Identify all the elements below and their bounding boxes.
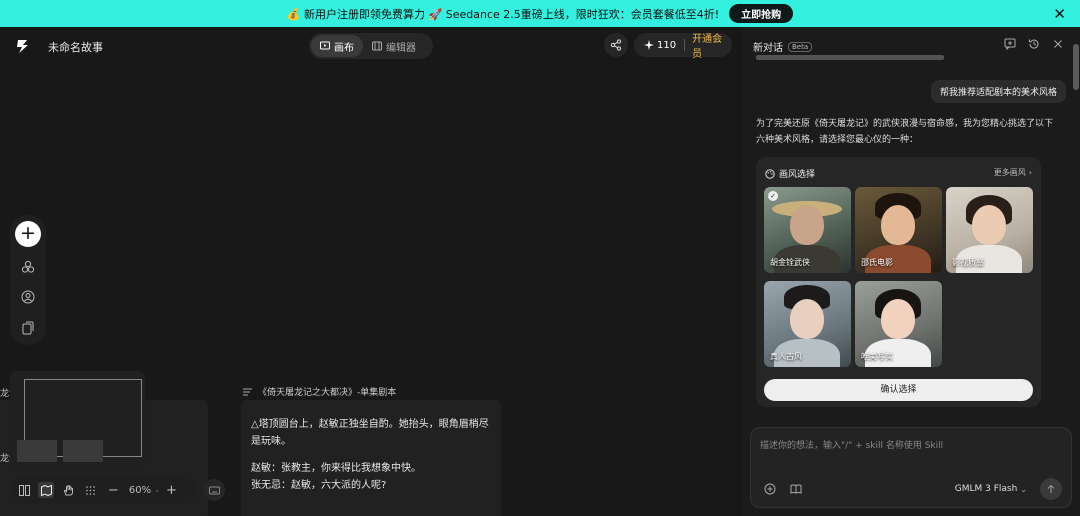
- sparkle-icon: [644, 40, 654, 50]
- selected-check-icon: ✓: [768, 191, 778, 201]
- tab-editor[interactable]: 编辑器: [363, 35, 425, 57]
- send-button[interactable]: [1040, 478, 1062, 500]
- style-label: 影视质感: [952, 258, 984, 267]
- text-lines-icon: [243, 388, 252, 395]
- hand-icon[interactable]: [60, 482, 76, 498]
- chat-panel: 新对话 Beta 帮我推荐适配剧本的美术风格 为了完美还原《倚天屠龙记》的武侠浪…: [742, 27, 1080, 516]
- script-line: △塔顶圆台上，赵敏正独坐自酌。她抬头，眼角眉梢尽是玩味。: [251, 419, 489, 447]
- beta-badge: Beta: [788, 41, 813, 52]
- script-card-header: 《倚天屠龙记之大都决》-单集剧本: [243, 385, 396, 398]
- book-icon[interactable]: [790, 483, 802, 495]
- promo-banner: 💰 新用户注册即领免费算力 🚀 Seedance 2.5重磅上线，限时狂欢：会员…: [0, 0, 1080, 27]
- chevron-down-icon: ⌄: [1020, 484, 1027, 494]
- keyboard-button[interactable]: [203, 479, 225, 501]
- view-tabs: 画布 编辑器: [309, 33, 433, 59]
- keyboard-icon: [208, 486, 220, 494]
- model-selector[interactable]: GMLM 3 Flash ⌄: [955, 484, 1027, 494]
- style-label: 邵氏电影: [861, 258, 893, 267]
- script-line: 赵敏：张教主，你来得比我想象中快。: [251, 463, 421, 474]
- more-styles-label: 更多画风: [993, 168, 1026, 177]
- tab-canvas-label: 画布: [334, 42, 354, 54]
- close-panel-icon[interactable]: [1052, 38, 1064, 50]
- style-label: 唯美写实: [861, 352, 893, 361]
- palette-icon: [765, 168, 775, 179]
- promo-text: 💰 新用户注册即领免费算力 🚀 Seedance 2.5重磅上线，限时狂欢：会员…: [286, 7, 720, 21]
- canvas-icon: [320, 41, 330, 50]
- zoom-value: 60%: [128, 484, 152, 496]
- close-icon[interactable]: ✕: [1053, 5, 1066, 23]
- layout-icon[interactable]: [16, 482, 32, 498]
- chat-scrollbar[interactable]: [1073, 44, 1079, 90]
- zoom-out-button[interactable]: −: [108, 483, 119, 498]
- canvas-controls: − 60% ⌄ +: [10, 477, 196, 503]
- chevron-right-icon: ›: [1028, 168, 1032, 177]
- chat-composer[interactable]: 描述你的想法，输入"/" + skill 名称使用 Skill GMLM 3 F…: [750, 427, 1072, 508]
- add-node-button[interactable]: +: [15, 221, 41, 247]
- style-option[interactable]: 邵氏电影: [855, 187, 942, 273]
- style-picker-title: 画风选择: [779, 170, 816, 180]
- style-option[interactable]: 影视质感: [946, 187, 1033, 273]
- style-label: 真人古风: [770, 352, 802, 361]
- map-icon[interactable]: [38, 482, 54, 498]
- logo-icon: [17, 40, 28, 53]
- style-label: 胡金铨武侠: [770, 258, 810, 267]
- project-title[interactable]: 未命名故事: [48, 39, 103, 55]
- zoom-select[interactable]: 60% ⌄: [129, 485, 160, 496]
- chat-header: 新对话 Beta: [753, 39, 813, 54]
- zoom-in-button[interactable]: +: [166, 483, 177, 498]
- chat-title: 新对话: [753, 43, 783, 54]
- user-message: 帮我推荐适配剧本的美术风格: [930, 80, 1066, 103]
- grid-icon[interactable]: [82, 482, 98, 498]
- vip-button[interactable]: 开通会员: [685, 30, 732, 60]
- assistant-message: 为了完美还原《倚天屠龙记》的武侠浪漫与宿命感，我为您精心挑选了以下六种美术风格，…: [756, 119, 1054, 145]
- film-icon: [372, 41, 382, 51]
- minimap-node: [17, 440, 57, 462]
- tab-canvas[interactable]: 画布: [311, 35, 363, 57]
- style-option[interactable]: ✓ 胡金铨武侠: [764, 187, 851, 273]
- style-option[interactable]: 唯美写实: [855, 281, 942, 367]
- credits-value: 110: [657, 39, 677, 51]
- chat-actions: [1004, 38, 1064, 50]
- new-chat-icon[interactable]: [1004, 38, 1016, 50]
- script-line: 张无忌：赵敏，六大派的人呢?: [251, 480, 387, 491]
- credits-amount: 110: [634, 40, 684, 51]
- promo-cta-button[interactable]: 立即抢购: [729, 4, 794, 23]
- tab-editor-label: 编辑器: [386, 42, 416, 54]
- minimap-node: [63, 440, 103, 462]
- model-name: GMLM 3 Flash: [954, 484, 1018, 494]
- script-card[interactable]: △塔顶圆台上，赵敏正独坐自酌。她抬头，眼角眉梢尽是玩味。 赵敏：张教主，你来得比…: [241, 400, 501, 516]
- character-icon[interactable]: [20, 289, 36, 305]
- add-attachment-icon[interactable]: [764, 483, 776, 495]
- chevron-down-icon: ⌄: [154, 486, 161, 494]
- chat-input[interactable]: 描述你的想法，输入"/" + skill 名称使用 Skill: [760, 438, 943, 451]
- history-icon[interactable]: [1028, 38, 1040, 50]
- copy-icon[interactable]: [20, 320, 36, 336]
- share-button[interactable]: [604, 33, 628, 57]
- left-toolbar: +: [10, 215, 46, 345]
- clipped-message: [756, 55, 944, 60]
- share-icon: [610, 39, 622, 51]
- style-picker-header: 画风选择: [765, 167, 815, 180]
- more-styles-link[interactable]: 更多画风 ›: [994, 167, 1032, 178]
- arrow-up-icon: [1047, 484, 1055, 493]
- credits-widget[interactable]: 110 开通会员: [634, 30, 732, 60]
- confirm-style-button[interactable]: 确认选择: [764, 379, 1033, 401]
- script-title: 《倚天屠龙记之大都决》-单集剧本: [258, 388, 397, 398]
- assets-icon[interactable]: [20, 259, 36, 275]
- style-picker: 画风选择 更多画风 › ✓ 胡金铨武侠 邵氏电影 影视质感 真人古风 唯美写实 …: [756, 157, 1041, 407]
- minimap[interactable]: [10, 371, 145, 471]
- style-option[interactable]: 真人古风: [764, 281, 851, 367]
